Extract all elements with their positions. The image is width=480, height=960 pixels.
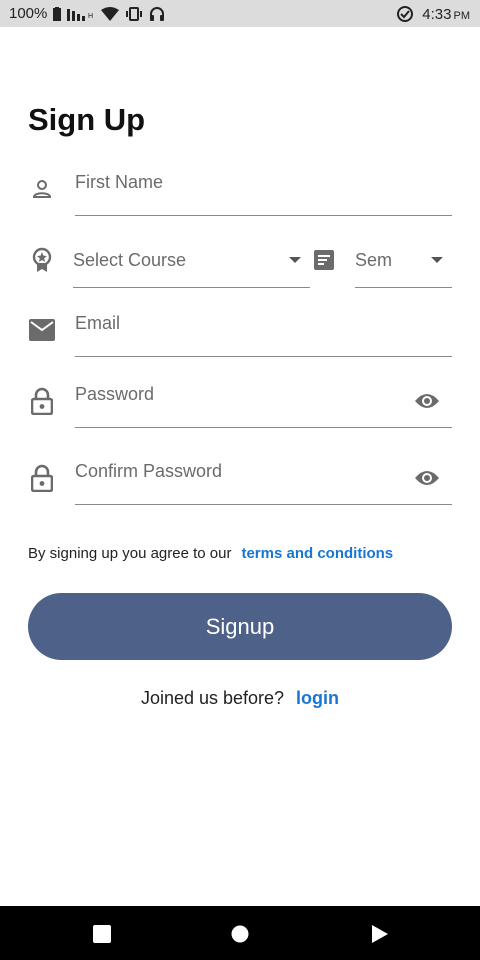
first-name-placeholder: First Name <box>75 172 164 192</box>
login-row: Joined us before? login <box>0 688 480 709</box>
list-icon <box>310 246 338 274</box>
page-title: Sign Up <box>28 102 146 137</box>
mail-icon <box>28 316 56 344</box>
lock-icon <box>28 387 56 415</box>
svg-text:H: H <box>88 13 93 20</box>
course-select[interactable]: Select Course <box>73 240 310 288</box>
course-placeholder: Select Course <box>73 250 187 270</box>
badge-icon <box>28 246 56 274</box>
chevron-down-icon <box>288 251 302 269</box>
recents-icon[interactable] <box>91 923 113 945</box>
signup-screen: 100% H 4:33 PM Sign Up First Name Select… <box>0 0 480 960</box>
wifi-icon <box>101 6 120 21</box>
clock-time: 4:33 <box>422 5 452 23</box>
eye-icon[interactable] <box>414 469 440 492</box>
battery-percent: 100% <box>9 5 48 22</box>
email-placeholder: Email <box>75 313 121 333</box>
password-field[interactable]: Password <box>75 380 452 428</box>
password-placeholder: Password <box>75 384 155 404</box>
confirm-password-placeholder: Confirm Password <box>75 461 223 481</box>
signal-icon: H <box>67 7 95 21</box>
terms-text: By signing up you agree to our <box>28 545 232 562</box>
login-link[interactable]: login <box>296 688 339 708</box>
headphones-icon <box>149 6 165 21</box>
person-icon <box>28 175 56 203</box>
battery-icon <box>53 6 62 21</box>
sem-placeholder: Sem <box>355 250 393 270</box>
signup-button[interactable]: Signup <box>28 593 452 660</box>
sem-select[interactable]: Sem <box>355 240 452 288</box>
login-prompt-text: Joined us before? <box>140 688 285 708</box>
home-icon[interactable] <box>229 923 251 945</box>
back-icon[interactable] <box>369 923 391 945</box>
clock-ampm: PM <box>453 9 471 22</box>
confirm-password-field[interactable]: Confirm Password <box>75 457 452 505</box>
navigation-bar <box>0 906 480 960</box>
first-name-field[interactable]: First Name <box>75 168 452 216</box>
eye-icon[interactable] <box>414 392 440 415</box>
data-saver-icon <box>396 5 414 23</box>
chevron-down-icon <box>430 251 444 269</box>
email-field[interactable]: Email <box>75 309 452 357</box>
status-bar: 100% H 4:33 PM <box>0 0 480 27</box>
vibrate-icon <box>125 6 143 21</box>
terms-row: By signing up you agree to our terms and … <box>28 545 393 562</box>
terms-link[interactable]: terms and conditions <box>241 545 393 562</box>
lock-icon <box>28 464 56 492</box>
